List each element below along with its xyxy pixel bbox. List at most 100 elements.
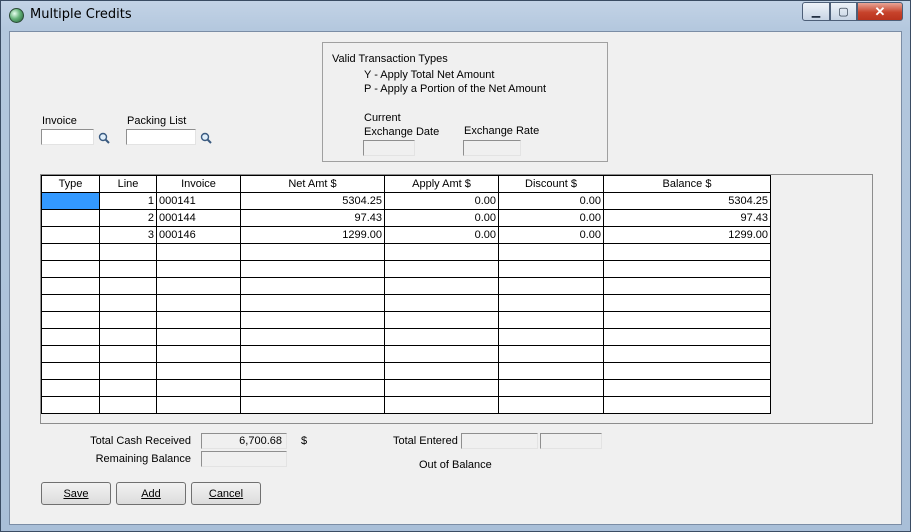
column-header-net-amt[interactable]: Net Amt $ (240, 175, 385, 193)
minimize-button[interactable]: ▁ (802, 2, 830, 21)
table-row[interactable] (41, 328, 771, 346)
cell-type[interactable] (41, 243, 100, 261)
cell-invoice[interactable] (156, 243, 241, 261)
column-header-invoice[interactable]: Invoice (156, 175, 241, 193)
cell-net-amt[interactable] (240, 362, 385, 380)
column-header-balance[interactable]: Balance $ (603, 175, 771, 193)
cell-apply-amt[interactable] (384, 311, 499, 329)
cell-discount[interactable] (498, 379, 604, 397)
cell-balance[interactable] (603, 362, 771, 380)
cell-line[interactable] (99, 294, 157, 312)
cell-line[interactable] (99, 277, 157, 295)
cell-apply-amt[interactable] (384, 396, 499, 414)
invoice-input[interactable] (41, 129, 94, 145)
cell-invoice[interactable] (156, 328, 241, 346)
maximize-button[interactable]: ▢ (830, 2, 857, 21)
cell-apply-amt[interactable] (384, 379, 499, 397)
cell-type[interactable] (41, 226, 100, 244)
table-row[interactable] (41, 379, 771, 397)
table-row[interactable] (41, 277, 771, 295)
cell-line[interactable] (99, 396, 157, 414)
cell-discount[interactable] (498, 243, 604, 261)
cell-net-amt[interactable] (240, 379, 385, 397)
table-row[interactable] (41, 396, 771, 414)
cell-net-amt[interactable] (240, 243, 385, 261)
cell-balance[interactable] (603, 311, 771, 329)
cell-discount[interactable] (498, 345, 604, 363)
cell-discount[interactable]: 0.00 (498, 209, 604, 227)
cell-invoice[interactable] (156, 294, 241, 312)
cell-discount[interactable] (498, 362, 604, 380)
cell-invoice[interactable] (156, 345, 241, 363)
cell-line[interactable] (99, 243, 157, 261)
close-button[interactable]: ✕ (857, 2, 903, 21)
cell-net-amt[interactable] (240, 260, 385, 278)
cell-net-amt[interactable] (240, 396, 385, 414)
cell-balance[interactable]: 5304.25 (603, 192, 771, 210)
table-row[interactable]: 2 000144 97.43 0.00 0.00 97.43 (41, 209, 771, 227)
cell-balance[interactable]: 1299.00 (603, 226, 771, 244)
table-row[interactable]: 3 000146 1299.00 0.00 0.00 1299.00 (41, 226, 771, 244)
cell-type[interactable] (41, 362, 100, 380)
cell-balance[interactable] (603, 345, 771, 363)
cell-balance[interactable] (603, 379, 771, 397)
cell-net-amt[interactable]: 1299.00 (240, 226, 385, 244)
cell-apply-amt[interactable] (384, 277, 499, 295)
table-row[interactable] (41, 260, 771, 278)
cell-balance[interactable] (603, 396, 771, 414)
cell-apply-amt[interactable]: 0.00 (384, 209, 499, 227)
cell-apply-amt[interactable] (384, 328, 499, 346)
invoice-search-icon[interactable] (98, 132, 110, 144)
cell-balance[interactable]: 97.43 (603, 209, 771, 227)
column-header-apply-amt[interactable]: Apply Amt $ (384, 175, 499, 193)
cell-discount[interactable] (498, 277, 604, 295)
packing-list-search-icon[interactable] (200, 132, 212, 144)
cell-apply-amt[interactable] (384, 294, 499, 312)
cell-line[interactable] (99, 379, 157, 397)
table-row[interactable] (41, 345, 771, 363)
table-row[interactable]: 1 000141 5304.25 0.00 0.00 5304.25 (41, 192, 771, 210)
cell-invoice[interactable]: 000146 (156, 226, 241, 244)
cell-line[interactable] (99, 311, 157, 329)
cell-discount[interactable] (498, 328, 604, 346)
cell-discount[interactable] (498, 260, 604, 278)
cell-balance[interactable] (603, 277, 771, 295)
save-button[interactable]: Save (41, 482, 111, 505)
cell-net-amt[interactable] (240, 294, 385, 312)
cell-type[interactable] (41, 379, 100, 397)
table-row[interactable] (41, 243, 771, 261)
cell-discount[interactable] (498, 396, 604, 414)
cell-type[interactable] (41, 192, 100, 210)
cell-line[interactable] (99, 260, 157, 278)
cell-apply-amt[interactable] (384, 243, 499, 261)
cell-apply-amt[interactable] (384, 260, 499, 278)
column-header-discount[interactable]: Discount $ (498, 175, 604, 193)
cell-invoice[interactable] (156, 260, 241, 278)
cell-line[interactable] (99, 362, 157, 380)
cell-line[interactable]: 1 (99, 192, 157, 210)
add-button[interactable]: Add (116, 482, 186, 505)
cell-apply-amt[interactable]: 0.00 (384, 192, 499, 210)
cell-type[interactable] (41, 294, 100, 312)
cell-line[interactable]: 3 (99, 226, 157, 244)
cell-discount[interactable] (498, 311, 604, 329)
cell-discount[interactable]: 0.00 (498, 192, 604, 210)
cell-line[interactable] (99, 345, 157, 363)
credits-grid[interactable]: Type Line Invoice Net Amt $ Apply Amt $ … (40, 174, 873, 424)
column-header-line[interactable]: Line (99, 175, 157, 193)
cell-line[interactable]: 2 (99, 209, 157, 227)
cell-type[interactable] (41, 311, 100, 329)
cancel-button[interactable]: Cancel (191, 482, 261, 505)
packing-list-input[interactable] (126, 129, 196, 145)
cell-discount[interactable] (498, 294, 604, 312)
cell-type[interactable] (41, 260, 100, 278)
cell-invoice[interactable] (156, 379, 241, 397)
cell-balance[interactable] (603, 294, 771, 312)
cell-type[interactable] (41, 396, 100, 414)
cell-net-amt[interactable] (240, 328, 385, 346)
cell-invoice[interactable] (156, 277, 241, 295)
cell-net-amt[interactable] (240, 277, 385, 295)
cell-balance[interactable] (603, 243, 771, 261)
cell-invoice[interactable] (156, 311, 241, 329)
table-row[interactable] (41, 362, 771, 380)
